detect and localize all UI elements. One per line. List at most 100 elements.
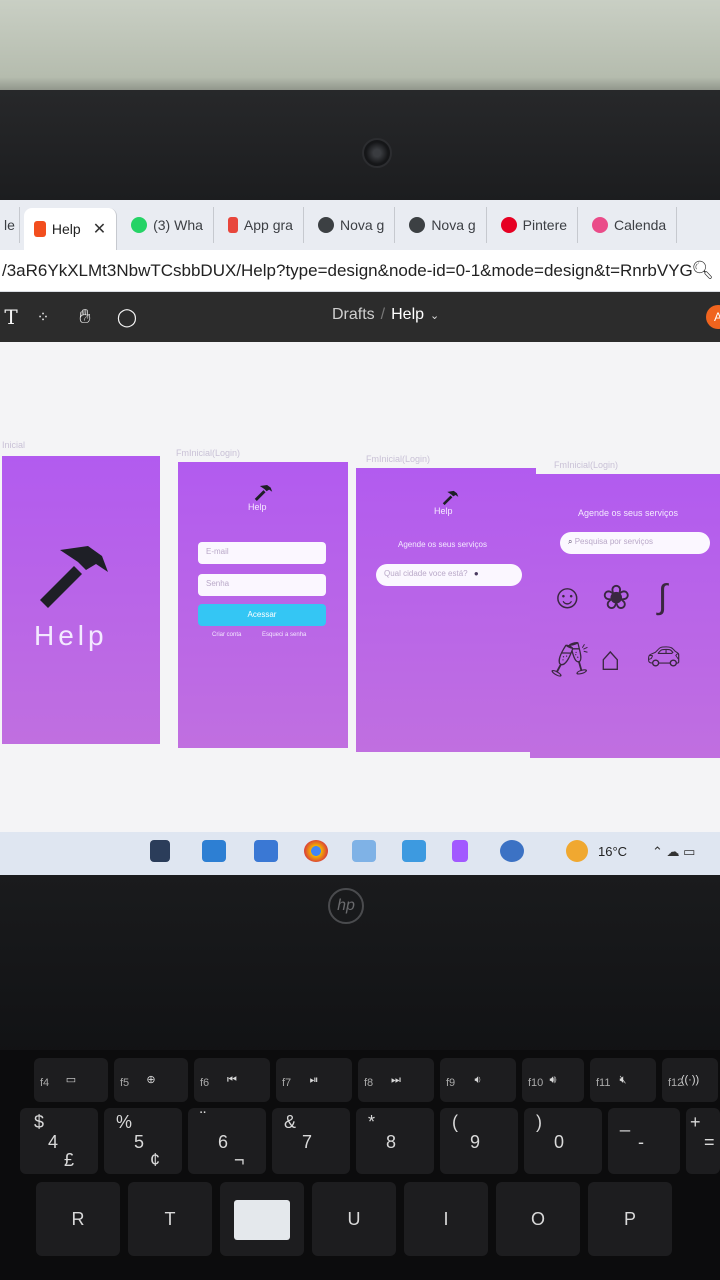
hand-icon[interactable]: ✋︎ — [64, 306, 106, 329]
frame-label[interactable]: FmInicial(Login) — [176, 448, 240, 458]
search-placeholder: Pesquisa por serviços — [574, 537, 653, 546]
forgot-password-link[interactable]: Esqueci a senha — [262, 632, 306, 638]
key-f6: f6 ⏮ — [194, 1058, 270, 1102]
sticker — [234, 1200, 290, 1241]
location-pin-icon: ● — [473, 569, 479, 578]
weather-temperature[interactable]: 16°C — [598, 844, 627, 859]
car-icon[interactable]: 🚗︎ — [646, 640, 682, 673]
close-icon[interactable]: ✕ — [93, 219, 106, 239]
champagne-icon[interactable]: 🥂︎ — [548, 640, 591, 680]
key-p: P — [588, 1182, 672, 1256]
tab-label: App gra — [243, 217, 293, 233]
search-input[interactable]: ⌕ Pesquisa por serviços — [560, 532, 710, 554]
hammer-icon — [40, 546, 108, 608]
key-4: $ 4 £ — [20, 1108, 98, 1174]
browser-tab[interactable]: App gra — [218, 207, 304, 243]
key-equals: + = — [686, 1108, 720, 1174]
chevron-down-icon[interactable]: ⌄ — [430, 310, 439, 322]
figma-icon[interactable] — [452, 840, 468, 862]
text-tool[interactable]: T — [0, 305, 22, 329]
frame-city[interactable]: Help Agende os seus serviços Qual cidade… — [356, 468, 536, 752]
weather-icon[interactable] — [566, 840, 588, 862]
key-7: & 7 — [272, 1108, 350, 1174]
key-f7: f7 ⏯ — [276, 1058, 352, 1102]
laptop-bezel — [0, 90, 720, 210]
stethoscope-icon[interactable]: ∫ — [658, 578, 667, 617]
key-0: ) 0 — [524, 1108, 602, 1174]
laptop-screen: le Help ✕ (3) Wha App gra Nova g Nova g … — [0, 200, 720, 875]
figma-toolbar: T ⁘ ✋︎ ◯ Drafts / Help ⌄ A — [0, 292, 720, 342]
key-i: I — [404, 1182, 488, 1256]
app-icon — [227, 217, 238, 233]
subtitle: Agende os seus serviços — [398, 540, 487, 549]
breadcrumb-drafts[interactable]: Drafts — [332, 306, 375, 323]
windows-taskbar: 16°C ⌃ ☁ ▭ — [0, 832, 720, 875]
zoom-icon[interactable]: 🔍︎ — [691, 260, 714, 281]
browser-tab-active[interactable]: Help ✕ — [23, 208, 118, 250]
browser-tab[interactable]: Pintere — [491, 207, 579, 243]
key-f10: f10 🔊︎ — [522, 1058, 584, 1102]
frame-label[interactable]: FmInicial(Login) — [554, 460, 618, 470]
key-5: % 5 ¢ — [104, 1108, 182, 1174]
chrome-icon — [409, 217, 426, 233]
hammer-icon — [254, 485, 273, 501]
house-icon[interactable]: ⌂ — [600, 640, 621, 679]
key-y — [220, 1182, 304, 1256]
frame-services[interactable]: Agende os seus serviços ⌕ Pesquisa por s… — [530, 474, 720, 758]
address-bar[interactable]: /3aR6YkXLMt3NbwTCsbbDUX/Help?type=design… — [0, 250, 720, 292]
email-field[interactable]: E-mail — [198, 542, 326, 564]
figma-canvas[interactable]: Inicial Help FmInicial(Login) Help E-mai… — [0, 342, 720, 832]
browser-tab[interactable]: le — [0, 207, 20, 243]
chrome-icon[interactable] — [304, 840, 328, 862]
tab-label: (3) Wha — [153, 217, 203, 233]
city-field[interactable]: Qual cidade voce está? ● — [376, 564, 522, 586]
photos-icon[interactable] — [402, 840, 426, 862]
whatsapp-icon — [131, 217, 148, 233]
component-icon[interactable]: ⁘ — [22, 308, 64, 326]
key-f9: f9 🔉︎ — [440, 1058, 516, 1102]
tab-label: Nova g — [339, 217, 385, 233]
breadcrumb: Drafts / Help ⌄ — [332, 306, 439, 324]
frame-label[interactable]: Inicial — [2, 440, 25, 450]
login-button[interactable]: Acessar — [198, 604, 326, 626]
breadcrumb-separator: / — [380, 306, 386, 323]
avatar[interactable]: A — [706, 305, 720, 329]
key-6: ¨ 6 ¬ — [188, 1108, 266, 1174]
comment-icon[interactable]: ◯ — [106, 307, 148, 328]
frame-inicial[interactable]: Help — [2, 456, 160, 744]
task-view-icon[interactable] — [150, 840, 170, 862]
hammer-icon — [442, 490, 459, 506]
dribbble-icon — [592, 217, 609, 233]
key-f4: f4 ▭ — [34, 1058, 108, 1102]
key-f8: f8 ⏭ — [358, 1058, 434, 1102]
app-icon[interactable] — [500, 840, 524, 862]
password-field[interactable]: Senha — [198, 574, 326, 596]
key-t: T — [128, 1182, 212, 1256]
brand-title: Help — [248, 502, 267, 512]
create-account-link[interactable]: Criar conta — [212, 632, 241, 638]
key-o: O — [496, 1182, 580, 1256]
tab-label: Help — [51, 221, 81, 237]
system-tray[interactable]: ⌃ ☁ ▭ — [652, 844, 695, 860]
breadcrumb-current-file[interactable]: Help — [391, 306, 424, 323]
browser-tab[interactable]: Calenda — [582, 207, 678, 243]
browser-tab-strip: le Help ✕ (3) Wha App gra Nova g Nova g … — [0, 200, 720, 250]
key-f11: f11 🔇︎ — [590, 1058, 656, 1102]
store-icon[interactable] — [254, 840, 278, 862]
tab-label: Nova g — [431, 217, 476, 233]
paw-icon[interactable]: ❀ — [602, 578, 631, 618]
notepad-icon[interactable] — [352, 840, 376, 862]
frame-login[interactable]: Help E-mail Senha Acessar Criar conta Es… — [178, 462, 348, 748]
browser-tab[interactable]: Nova g — [399, 207, 487, 243]
url-text[interactable]: /3aR6YkXLMt3NbwTCsbbDUX/Help?type=design… — [2, 261, 692, 281]
brand-title: Help — [434, 506, 453, 516]
frame-label[interactable]: FmInicial(Login) — [366, 454, 430, 464]
figma-icon — [33, 221, 46, 237]
file-explorer-icon[interactable] — [202, 840, 226, 862]
city-placeholder: Qual cidade voce está? — [384, 569, 468, 578]
browser-tab[interactable]: (3) Wha — [121, 207, 214, 243]
key-8: * 8 — [356, 1108, 434, 1174]
worker-icon[interactable]: ☺ — [550, 578, 585, 617]
hp-logo: hp — [328, 888, 364, 924]
browser-tab[interactable]: Nova g — [308, 207, 396, 243]
